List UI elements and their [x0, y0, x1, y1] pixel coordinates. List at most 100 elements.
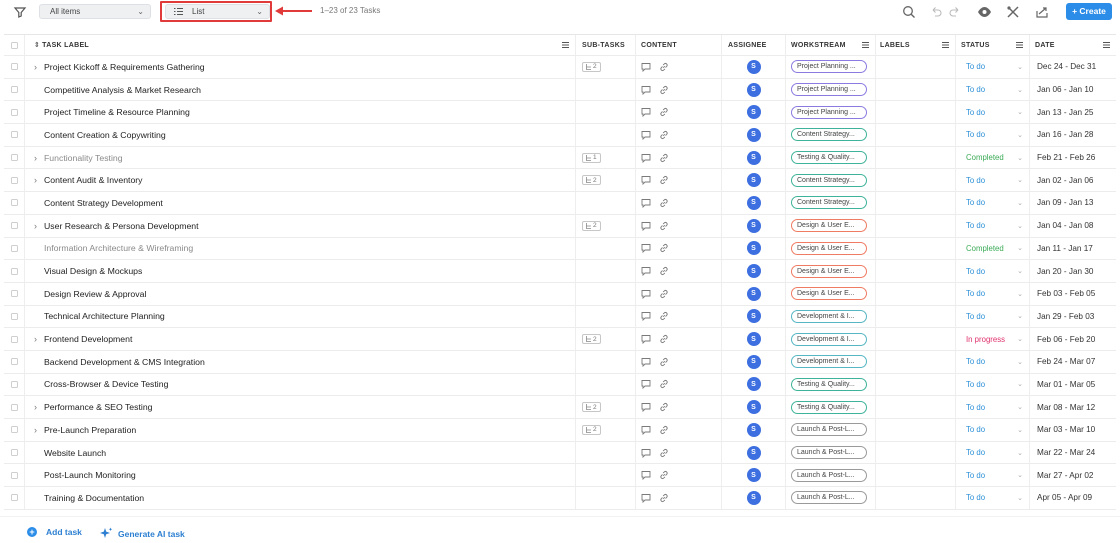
- assignee-cell[interactable]: S: [722, 101, 786, 124]
- link-icon[interactable]: [659, 311, 669, 321]
- avatar[interactable]: S: [746, 309, 761, 324]
- assignee-cell[interactable]: S: [722, 282, 786, 305]
- workstream-tag[interactable]: Testing & Quality...: [791, 400, 867, 414]
- link-icon[interactable]: [659, 470, 669, 480]
- workstream-tag[interactable]: Launch & Post-L...: [791, 468, 867, 482]
- row-checkbox[interactable]: [10, 312, 18, 320]
- labels-cell[interactable]: [876, 419, 956, 441]
- assignee-cell[interactable]: S: [722, 419, 786, 441]
- comment-icon[interactable]: [641, 85, 651, 95]
- workstream-cell[interactable]: Launch & Post-L...: [786, 464, 876, 487]
- assignee-cell[interactable]: S: [722, 305, 786, 328]
- labels-cell[interactable]: [876, 350, 956, 373]
- workstream-tag[interactable]: Project Planning ...: [791, 60, 867, 74]
- table-row[interactable]: Cross-Browser & Device Testing S Testing &…: [4, 373, 1116, 397]
- share-icon[interactable]: [1035, 4, 1049, 20]
- task-label-cell[interactable]: Visual Design & Mockups: [25, 260, 576, 282]
- workstream-cell[interactable]: Project Planning ...: [786, 101, 876, 124]
- table-row[interactable]: Design Review & Approval S Design & User E…: [4, 282, 1116, 306]
- status-cell[interactable]: To do ⌄: [956, 373, 1030, 396]
- labels-cell[interactable]: [876, 441, 956, 464]
- labels-cell[interactable]: [876, 78, 956, 101]
- task-label-cell[interactable]: Content Creation & Copywriting: [25, 124, 576, 146]
- task-label-cell[interactable]: Content Strategy Development: [25, 192, 576, 214]
- status-cell[interactable]: Completed ⌄: [956, 146, 1030, 169]
- workstream-cell[interactable]: Content Strategy...: [786, 169, 876, 192]
- row-checkbox[interactable]: [10, 244, 18, 252]
- subtasks-cell[interactable]: [576, 373, 636, 396]
- avatar[interactable]: S: [746, 105, 761, 120]
- workstream-cell[interactable]: Launch & Post-L...: [786, 419, 876, 441]
- status-cell[interactable]: To do ⌄: [956, 350, 1030, 373]
- table-row[interactable]: Training & Documentation S Launch & Post-L…: [4, 487, 1116, 510]
- chevron-right-icon[interactable]: ›: [34, 425, 44, 435]
- comment-icon[interactable]: [641, 493, 651, 503]
- link-icon[interactable]: [659, 357, 669, 367]
- labels-cell[interactable]: [876, 487, 956, 509]
- link-icon[interactable]: [659, 425, 669, 435]
- task-label-cell[interactable]: › Functionality Testing: [25, 146, 576, 169]
- link-icon[interactable]: [659, 175, 669, 185]
- subtasks-cell[interactable]: [576, 101, 636, 124]
- assignee-cell[interactable]: S: [722, 146, 786, 169]
- workstream-tag[interactable]: Project Planning ...: [791, 83, 867, 97]
- labels-cell[interactable]: [876, 146, 956, 169]
- chevron-right-icon[interactable]: ›: [34, 402, 44, 412]
- chevron-down-icon[interactable]: ⌄: [1017, 63, 1023, 71]
- task-label-cell[interactable]: Cross-Browser & Device Testing: [25, 373, 576, 396]
- subtasks-cell[interactable]: [576, 78, 636, 101]
- workstream-tag[interactable]: Content Strategy...: [791, 196, 867, 210]
- status-cell[interactable]: To do ⌄: [956, 214, 1030, 237]
- comment-icon[interactable]: [641, 357, 651, 367]
- avatar[interactable]: S: [746, 241, 761, 256]
- date-cell[interactable]: Dec 24 - Dec 31: [1030, 56, 1116, 78]
- status-cell[interactable]: To do ⌄: [956, 192, 1030, 214]
- column-menu-icon[interactable]: [562, 42, 569, 48]
- labels-cell[interactable]: [876, 305, 956, 328]
- comment-icon[interactable]: [641, 175, 651, 186]
- comment-icon[interactable]: [641, 425, 651, 435]
- task-label-cell[interactable]: › Performance & SEO Testing: [25, 396, 576, 418]
- table-row[interactable]: › Project Kickoff & Requirements Gatherin…: [4, 56, 1116, 79]
- row-checkbox[interactable]: [10, 108, 18, 116]
- subtasks-cell[interactable]: [576, 305, 636, 328]
- subtasks-cell[interactable]: 2: [576, 169, 636, 192]
- subtasks-cell[interactable]: [576, 124, 636, 146]
- redo-icon[interactable]: [949, 4, 961, 20]
- date-cell[interactable]: Jan 20 - Jan 30: [1030, 260, 1116, 282]
- table-row[interactable]: Competitive Analysis & Market Research S P…: [4, 78, 1116, 102]
- table-row[interactable]: › Performance & SEO Testing 2 S Testing & Qu…: [4, 396, 1116, 419]
- avatar[interactable]: S: [746, 195, 761, 210]
- table-row[interactable]: › Functionality Testing 1 S Testing & Qualit…: [4, 146, 1116, 170]
- link-icon[interactable]: [659, 107, 669, 117]
- workstream-tag[interactable]: Testing & Quality...: [791, 151, 867, 165]
- subtask-badge[interactable]: 2: [582, 220, 601, 231]
- subtask-badge[interactable]: 2: [582, 402, 601, 413]
- chevron-down-icon[interactable]: ⌄: [1017, 335, 1023, 343]
- column-date[interactable]: DATE: [1030, 35, 1116, 55]
- assignee-cell[interactable]: S: [722, 260, 786, 282]
- row-checkbox[interactable]: [10, 426, 18, 434]
- avatar[interactable]: S: [746, 490, 761, 505]
- assignee-cell[interactable]: S: [722, 464, 786, 487]
- row-checkbox[interactable]: [10, 358, 18, 366]
- chevron-right-icon[interactable]: ›: [34, 334, 44, 344]
- date-cell[interactable]: Feb 06 - Feb 20: [1030, 328, 1116, 350]
- sort-icon[interactable]: ⇕: [34, 41, 40, 49]
- workstream-cell[interactable]: Content Strategy...: [786, 124, 876, 146]
- labels-cell[interactable]: [876, 282, 956, 305]
- labels-cell[interactable]: [876, 214, 956, 237]
- date-cell[interactable]: Feb 03 - Feb 05: [1030, 283, 1116, 305]
- eye-icon[interactable]: [977, 4, 992, 20]
- link-icon[interactable]: [659, 379, 669, 389]
- table-row[interactable]: › Frontend Development 2 S Development & I..…: [4, 328, 1116, 351]
- column-labels[interactable]: LABELS: [876, 35, 956, 55]
- column-sub-tasks[interactable]: SUB-TASKS: [576, 35, 636, 55]
- subtask-badge[interactable]: 2: [582, 424, 601, 435]
- table-row[interactable]: › Pre-Launch Preparation 2 S Launch & Post-L…: [4, 419, 1116, 442]
- chevron-down-icon[interactable]: ⌄: [1017, 176, 1023, 184]
- date-cell[interactable]: Mar 08 - Mar 12: [1030, 396, 1116, 418]
- column-workstream[interactable]: WORKSTREAM: [786, 35, 876, 55]
- chevron-down-icon[interactable]: ⌄: [1017, 199, 1023, 207]
- avatar[interactable]: S: [746, 264, 761, 279]
